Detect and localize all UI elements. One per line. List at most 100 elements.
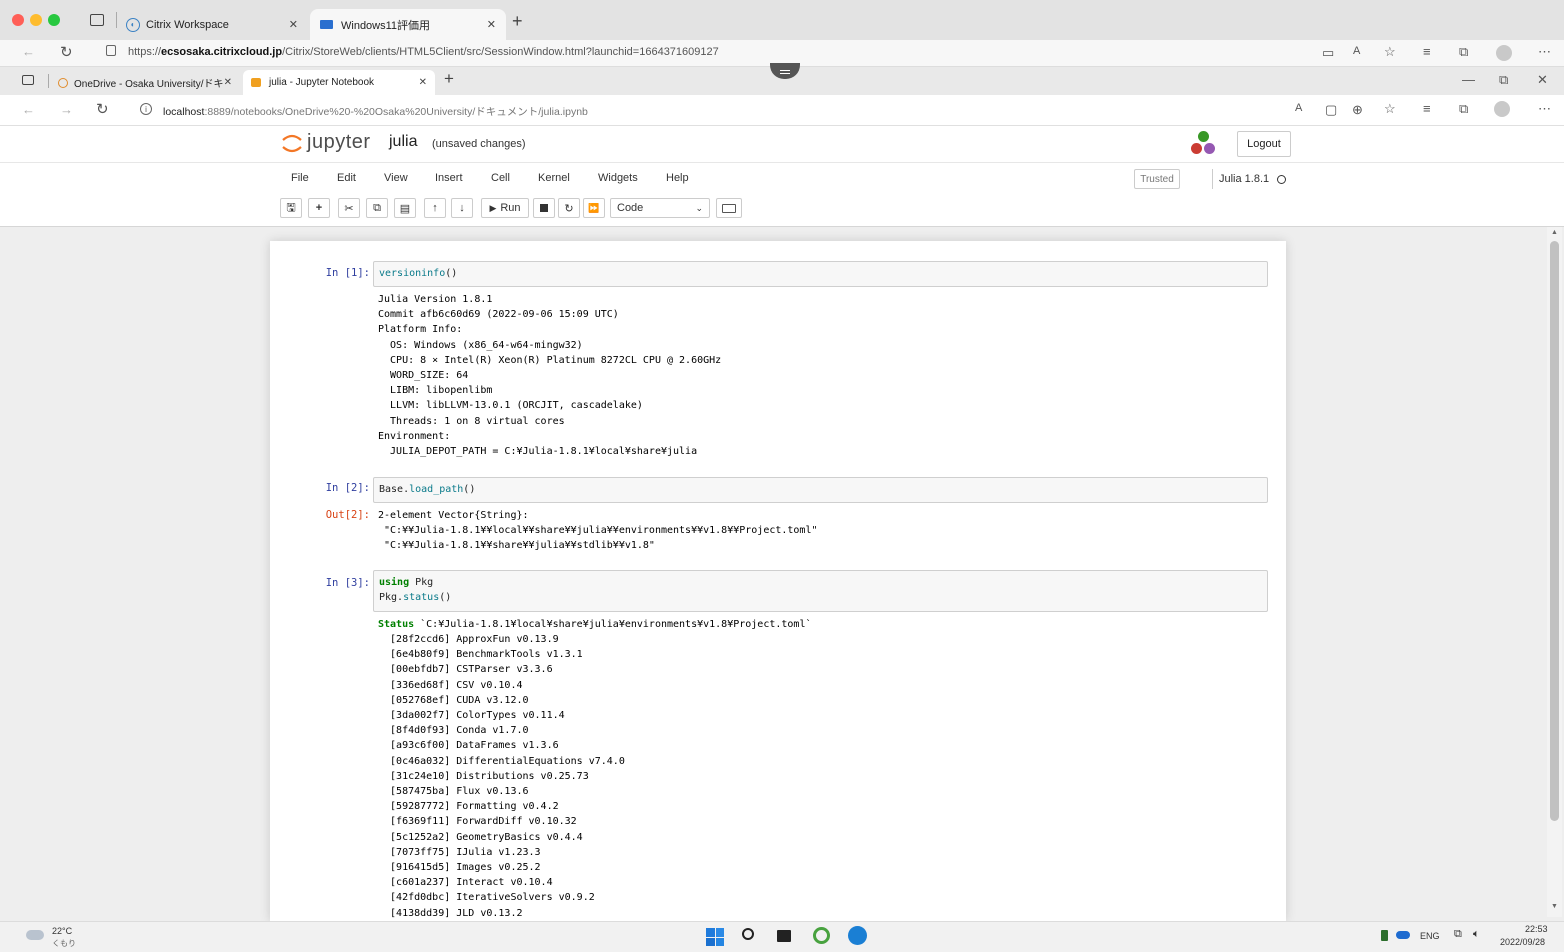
forward-icon[interactable]: → — [60, 102, 73, 117]
menu-edit[interactable]: Edit — [337, 172, 356, 184]
onedrive-icon[interactable] — [1396, 931, 1410, 939]
app-icon[interactable] — [813, 927, 830, 944]
close-tab-icon[interactable]: ✕ — [487, 18, 496, 31]
collections-icon[interactable]: ⧉ — [1459, 44, 1468, 60]
scroll-down-icon[interactable]: ▼ — [1551, 903, 1558, 910]
restore-icon[interactable]: ⧉ — [1499, 72, 1508, 88]
profile-avatar[interactable] — [1494, 101, 1510, 117]
close-tab-icon[interactable]: ✕ — [289, 18, 298, 31]
favorite-icon[interactable]: ☆ — [1384, 101, 1396, 117]
search-icon[interactable] — [742, 928, 754, 940]
close-tab-icon[interactable]: ✕ — [224, 77, 232, 88]
read-aloud-icon[interactable]: A — [1353, 45, 1360, 57]
menu-view[interactable]: View — [384, 172, 408, 184]
tab-julia-notebook[interactable]: julia - Jupyter Notebook ✕ — [243, 70, 435, 95]
command-palette-button[interactable] — [716, 198, 742, 218]
menu-cell[interactable]: Cell — [491, 172, 510, 184]
insert-cell-button[interactable]: + — [308, 198, 330, 218]
menu-widgets[interactable]: Widgets — [598, 172, 638, 184]
inner-url[interactable]: localhost:8889/notebooks/OneDrive%20-%20… — [163, 104, 588, 119]
menu-file[interactable]: File — [291, 172, 309, 184]
restart-run-all-button[interactable]: ⏩ — [583, 198, 605, 218]
paste-button[interactable]: ▤ — [394, 198, 416, 218]
close-tab-icon[interactable]: ✕ — [419, 77, 427, 88]
tab-onedrive[interactable]: OneDrive - Osaka University/ドキ ✕ — [52, 70, 240, 95]
run-button[interactable]: ▶ Run — [481, 198, 529, 218]
tab-windows11[interactable]: Windows11評価用 ✕ — [310, 9, 506, 40]
cloud-icon[interactable] — [26, 930, 44, 940]
url-prefix: https:// — [128, 46, 162, 58]
menu-kernel[interactable]: Kernel — [538, 172, 570, 184]
page-scrollbar[interactable]: ▲ ▼ — [1547, 227, 1562, 917]
volume-icon[interactable]: 🔈︎ — [1473, 928, 1480, 941]
close-icon[interactable]: ✕ — [1537, 72, 1548, 88]
interrupt-button[interactable] — [533, 198, 555, 218]
favorite-icon[interactable]: ☆ — [1384, 44, 1396, 60]
immersive-reader-icon[interactable]: ▢ — [1325, 102, 1337, 118]
new-tab-button[interactable]: + — [444, 69, 454, 89]
jupyter-logo-icon[interactable] — [281, 132, 303, 154]
menu-insert[interactable]: Insert — [435, 172, 463, 184]
clock-time[interactable]: 22:53 — [1525, 924, 1548, 934]
minimize-icon[interactable]: — — [1462, 72, 1475, 87]
edge-icon[interactable] — [848, 926, 867, 945]
move-up-button[interactable]: ↑ — [424, 198, 446, 218]
code-cell-input[interactable]: versioninfo() — [373, 261, 1268, 287]
collections-icon[interactable]: ⧉ — [1459, 101, 1468, 117]
code-token: using — [379, 577, 410, 588]
cut-button[interactable]: ✂ — [338, 198, 360, 218]
copy-button[interactable]: ⧉ — [366, 198, 388, 218]
tab-citrix-workspace[interactable]: ◐ Citrix Workspace ✕ — [120, 9, 308, 40]
tab-actions-icon[interactable] — [90, 14, 104, 26]
code-cell-input[interactable]: Base.load_path() — [373, 477, 1268, 503]
arrow-up-icon: ↑ — [432, 202, 438, 214]
notebook-name[interactable]: julia — [389, 133, 417, 151]
outer-tab-strip: ◐ Citrix Workspace ✕ Windows11評価用 ✕ + — [0, 0, 1564, 40]
back-icon[interactable]: ← — [22, 102, 35, 117]
zoom-icon[interactable]: ⊕ — [1352, 102, 1363, 118]
tab-actions-icon[interactable] — [22, 75, 34, 85]
close-window-button[interactable] — [12, 14, 24, 26]
more-icon[interactable]: ⋯ — [1538, 44, 1551, 60]
favorites-list-icon[interactable]: ≡ — [1423, 101, 1431, 116]
restart-button[interactable]: ↻ — [558, 198, 580, 218]
reload-icon[interactable]: ↻ — [96, 100, 109, 118]
new-tab-button[interactable]: + — [512, 11, 523, 32]
move-down-button[interactable]: ↓ — [451, 198, 473, 218]
outer-url[interactable]: https://ecsosaka.citrixcloud.jp/Citrix/S… — [128, 46, 719, 58]
more-icon[interactable]: ⋯ — [1538, 101, 1551, 117]
favorites-list-icon[interactable]: ≡ — [1423, 44, 1431, 59]
page-info-icon[interactable] — [106, 45, 116, 56]
jupyter-header — [0, 126, 1564, 227]
profile-avatar[interactable] — [1496, 45, 1512, 61]
logout-button[interactable]: Logout — [1237, 131, 1291, 157]
save-button[interactable]: 🖫 — [280, 198, 302, 218]
read-aloud-icon[interactable]: A — [1295, 102, 1302, 114]
windows-start-icon[interactable] — [706, 928, 724, 946]
camera-icon[interactable]: ▭ — [1322, 45, 1334, 61]
weather-desc: くもり — [52, 939, 76, 948]
jupyter-logo-text[interactable]: jupyter — [307, 131, 371, 154]
reload-icon[interactable]: ↻ — [60, 43, 73, 61]
info-icon[interactable]: i — [140, 103, 152, 115]
code-token: Pkg — [409, 577, 434, 588]
scroll-thumb[interactable] — [1550, 241, 1559, 821]
clock-date[interactable]: 2022/09/28 — [1500, 937, 1545, 947]
tab-label: julia - Jupyter Notebook — [269, 77, 375, 88]
kernel-indicator[interactable]: Julia 1.8.1 — [1212, 169, 1292, 189]
minimize-window-button[interactable] — [30, 14, 42, 26]
status-header: Status `C:¥Julia-1.8.1¥local¥share¥julia… — [378, 617, 811, 632]
code-token: () — [445, 268, 458, 279]
trusted-indicator[interactable]: Trusted — [1134, 169, 1180, 189]
language-indicator[interactable]: ENG — [1420, 931, 1440, 941]
cell-type-select[interactable]: Code ⌄ — [610, 198, 710, 218]
menu-help[interactable]: Help — [666, 172, 689, 184]
weather-temp[interactable]: 22°C — [52, 926, 72, 936]
code-cell-input[interactable]: using Pkg Pkg.status() — [373, 570, 1268, 612]
network-icon[interactable]: ⧉ — [1454, 928, 1462, 941]
task-view-icon[interactable] — [777, 930, 791, 942]
maximize-window-button[interactable] — [48, 14, 60, 26]
scroll-up-icon[interactable]: ▲ — [1551, 229, 1558, 236]
battery-icon[interactable] — [1381, 930, 1388, 941]
back-icon[interactable]: ← — [22, 44, 35, 59]
